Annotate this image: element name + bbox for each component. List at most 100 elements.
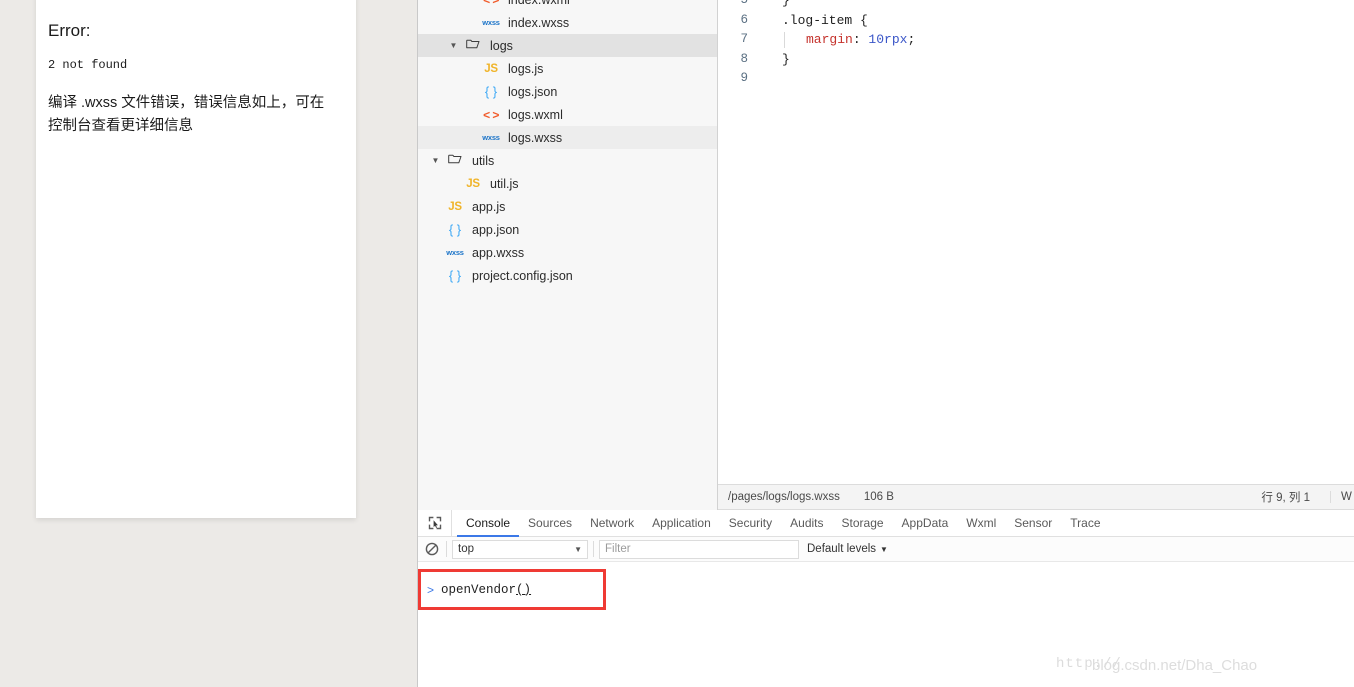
tab-network[interactable]: Network	[581, 510, 643, 536]
twisty-expanded-icon[interactable]: ▼	[430, 149, 441, 172]
error-message: 编译 .wxss 文件错误，错误信息如上，可在控制台查看更详细信息	[48, 95, 325, 134]
console-output-area[interactable]: > openVendor()	[418, 562, 1354, 687]
code-text: margin: 10rpx;	[758, 30, 1354, 50]
console-prompt-icon: >	[427, 582, 435, 597]
json-file-icon: { }	[448, 222, 462, 237]
twisty-expanded-icon[interactable]: ▼	[448, 34, 459, 57]
tree-folder-row[interactable]: ▼ logs	[418, 34, 717, 57]
code-token-val: 10rpx	[868, 32, 908, 47]
status-cursor-position: 行 9, 列 1	[1261, 492, 1310, 504]
tab-sensor[interactable]: Sensor	[1005, 510, 1061, 536]
code-text: .log-item {	[758, 11, 1354, 31]
wxss-file-icon: wxss	[482, 133, 500, 142]
code-token-pun: }	[782, 51, 790, 67]
tab-appdata[interactable]: AppData	[893, 510, 958, 536]
json-file-icon: { }	[484, 84, 498, 99]
tree-file-row[interactable]: { } app.json	[418, 218, 717, 241]
tree-file-row[interactable]: JS logs.js	[418, 57, 717, 80]
tree-item-label: utils	[472, 153, 495, 168]
code-content[interactable]: 5} 6 .log-item {7 margin: 10rpx; 8} 9	[718, 0, 1354, 89]
wxss-file-icon: wxss	[446, 248, 464, 257]
folder-open-icon	[444, 153, 466, 168]
devtools-tabbar: Console Sources Network Application Security…	[418, 510, 1354, 537]
console-input[interactable]: openVendor()	[441, 583, 531, 597]
filterbar-divider-1	[446, 541, 447, 557]
status-language-mode[interactable]: W	[1330, 491, 1354, 503]
code-token-pun: }	[782, 0, 790, 8]
tree-file-row[interactable]: wxss index.wxss	[418, 11, 717, 34]
tree-item-label: logs	[490, 38, 513, 53]
tree-item-label: logs.json	[508, 84, 558, 99]
error-title: Error:	[48, 21, 91, 40]
tree-file-row[interactable]: wxss logs.wxss	[418, 126, 717, 149]
tab-application[interactable]: Application	[643, 510, 720, 536]
tree-item-label: index.wxss	[508, 15, 570, 30]
wxss-file-icon: wxss	[482, 18, 500, 27]
code-token-pun: ;	[907, 32, 916, 47]
tree-file-row[interactable]: { } project.config.json	[418, 264, 717, 287]
tree-file-row[interactable]: < > logs.wxml	[418, 103, 717, 126]
console-input-value: openVendor	[441, 582, 517, 597]
code-text: }	[758, 0, 1354, 11]
simulator-pane: Error: 2 not found 编译 .wxss 文件错误，错误信息如上，…	[0, 0, 418, 687]
tree-file-row[interactable]: { } logs.json	[418, 80, 717, 103]
code-line[interactable]: 8}	[718, 50, 1354, 70]
console-context-select[interactable]: top ▼	[452, 539, 588, 559]
console-input-highlight: > openVendor()	[418, 569, 606, 610]
error-card: Error: 2 not found 编译 .wxss 文件错误，错误信息如上，…	[36, 0, 356, 518]
line-number: 8	[740, 51, 748, 66]
code-line[interactable]: 7 margin: 10rpx;	[718, 30, 1354, 50]
tab-trace[interactable]: Trace	[1061, 510, 1109, 536]
file-tree-list: < > index.wxml wxss index.wxss ▼ logs JS logs.j…	[418, 0, 717, 287]
tab-audits[interactable]: Audits	[781, 510, 832, 536]
devtools-tab-group: Console Sources Network Application Security…	[452, 510, 1110, 537]
line-number: 5	[740, 0, 748, 7]
tab-storage[interactable]: Storage	[833, 510, 893, 536]
console-input-suffix: ()	[516, 582, 532, 597]
code-token-prop: margin	[806, 32, 853, 47]
devtools-panel: Console Sources Network Application Security…	[418, 510, 1354, 687]
tree-file-row[interactable]: wxss app.wxss	[418, 241, 717, 264]
tab-security[interactable]: Security	[720, 510, 781, 536]
tree-file-row[interactable]: JS util.js	[418, 172, 717, 195]
line-number: 9	[740, 71, 748, 85]
code-line[interactable]: 6 .log-item {	[718, 11, 1354, 31]
tree-file-row[interactable]: JS app.js	[418, 195, 717, 218]
console-levels-select[interactable]: Default levels ▼	[807, 543, 888, 555]
line-number: 6	[740, 12, 748, 27]
tree-item-label: logs.wxss	[508, 130, 563, 145]
console-levels-label: Default levels	[807, 543, 877, 555]
code-token-pun: {	[860, 12, 868, 28]
console-context-value: top	[458, 543, 474, 555]
tree-item-label: app.json	[472, 222, 520, 237]
code-line[interactable]: 9	[718, 69, 1354, 89]
console-filter-bar: top ▼ Default levels ▼	[418, 537, 1354, 562]
tree-folder-row[interactable]: ▼ utils	[418, 149, 717, 172]
chevron-down-icon: ▼	[880, 544, 888, 554]
folder-open-icon	[462, 38, 484, 53]
code-line[interactable]: 5}	[718, 0, 1354, 11]
code-editor-pane[interactable]: 5} 6 .log-item {7 margin: 10rpx; 8} 9	[718, 0, 1354, 484]
tree-item-label: index.wxml	[508, 0, 570, 7]
inspect-element-icon[interactable]	[418, 510, 452, 536]
code-token-pun: :	[852, 32, 869, 47]
console-filter-input[interactable]	[599, 539, 799, 559]
file-tree-pane[interactable]: < > index.wxml wxss index.wxss ▼ logs JS logs.j…	[418, 0, 718, 510]
tab-sources[interactable]: Sources	[519, 510, 581, 536]
clear-console-icon[interactable]	[418, 542, 446, 556]
tree-file-row[interactable]: < > index.wxml	[418, 0, 717, 11]
code-token-sel: .log-item	[782, 12, 861, 28]
js-file-icon: JS	[448, 200, 462, 213]
chevron-down-icon: ▼	[574, 544, 582, 554]
status-file-path: /pages/logs/logs.wxss	[728, 491, 840, 503]
status-right-group: 行 9, 列 1 W	[1261, 489, 1354, 505]
tree-item-label: logs.js	[508, 61, 544, 76]
status-file-size: 106 B	[863, 491, 894, 503]
wxml-file-icon: < >	[483, 107, 499, 122]
js-file-icon: JS	[484, 62, 498, 75]
tab-wxml[interactable]: Wxml	[957, 510, 1005, 536]
wxml-file-icon: < >	[480, 0, 502, 7]
tab-console[interactable]: Console	[457, 510, 520, 537]
tree-item-label: app.js	[472, 199, 506, 214]
